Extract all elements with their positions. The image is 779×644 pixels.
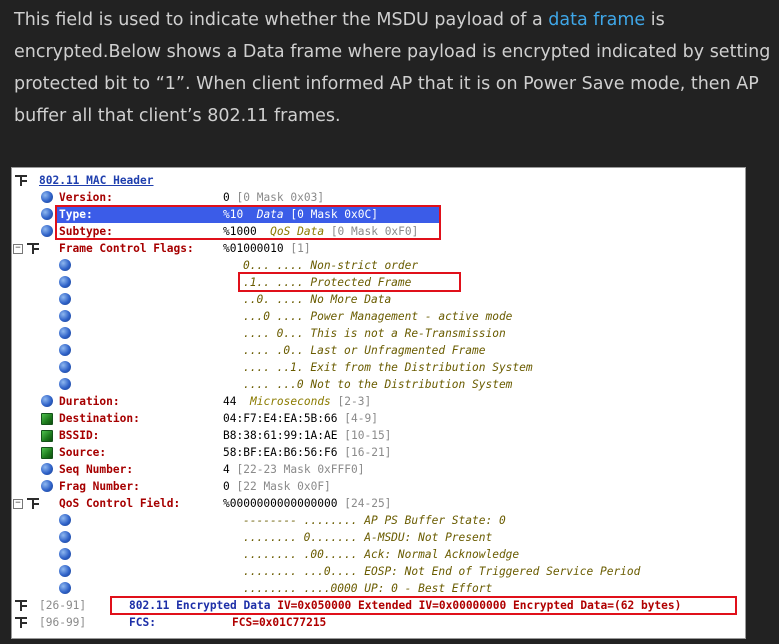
version-value: 0 [0 Mask 0x03]	[223, 191, 325, 204]
duration-value: 44 Microseconds [2-3]	[223, 395, 372, 408]
seq-number-value: 4 [22-23 Mask 0xFFF0]	[223, 463, 365, 476]
qos-bit-row[interactable]: ........ ....0000 UP: 0 - Best Effort	[12, 580, 745, 597]
flag-text: .... ..1. Exit from the Distribution Sys…	[243, 361, 533, 374]
qos-bit-text: ........ .00..... Ack: Normal Acknowledg…	[243, 548, 520, 561]
fcs-row[interactable]: [96-99] FCS: FCS=0x01C77215	[12, 614, 745, 631]
qos-control-row[interactable]: − QoS Control Field: %0000000000000000 […	[12, 495, 745, 512]
flag-row[interactable]: .... 0... This is not a Re-Transmission	[12, 325, 745, 342]
qos-bit-text: ........ 0....... A-MSDU: Not Present	[243, 531, 493, 544]
flag-row[interactable]: .... ..1. Exit from the Distribution Sys…	[12, 359, 745, 376]
qos-bit-text: ........ ...0.... EOSP: Not End of Trigg…	[243, 565, 641, 578]
mac-header-row[interactable]: 802.11 MAC Header	[12, 172, 745, 189]
flag-row[interactable]: ..0. .... No More Data	[12, 291, 745, 308]
frag-number-label: Frag Number:	[59, 480, 140, 493]
field-icon	[41, 208, 53, 220]
field-icon	[59, 565, 71, 577]
seq-number-row[interactable]: Seq Number: 4 [22-23 Mask 0xFFF0]	[12, 461, 745, 478]
field-icon	[59, 310, 71, 322]
tree-node-icon	[15, 616, 27, 629]
field-icon	[59, 531, 71, 543]
packet-decode-screenshot: 802.11 MAC Header Version: 0 [0 Mask 0x0…	[11, 167, 746, 639]
source-row[interactable]: Source: 58:BF:EA:B6:56:F6 [16-21]	[12, 444, 745, 461]
version-row[interactable]: Version: 0 [0 Mask 0x03]	[12, 189, 745, 206]
bssid-row[interactable]: BSSID: B8:38:61:99:1A:AE [10-15]	[12, 427, 745, 444]
flag-text: .... ...0 Not to the Distribution System	[243, 378, 513, 391]
destination-label: Destination:	[59, 412, 140, 425]
fcf-label: Frame Control Flags:	[59, 242, 194, 255]
flag-row[interactable]: .... ...0 Not to the Distribution System	[12, 376, 745, 393]
frag-number-value: 0 [22 Mask 0x0F]	[223, 480, 331, 493]
qos-bit-row[interactable]: ........ 0....... A-MSDU: Not Present	[12, 529, 745, 546]
collapse-icon[interactable]: −	[13, 499, 23, 509]
encrypted-data-highlight-box	[110, 596, 737, 615]
field-icon	[41, 225, 53, 237]
data-frame-link[interactable]: data frame	[548, 10, 645, 30]
source-value: 58:BF:EA:B6:56:F6 [16-21]	[223, 446, 392, 459]
tree-node-icon	[27, 242, 39, 255]
encrypted-range: [26-91]	[39, 599, 87, 612]
article-text-1: This field is used to indicate whether t…	[14, 10, 549, 30]
field-icon	[41, 480, 53, 492]
duration-row[interactable]: Duration: 44 Microseconds [2-3]	[12, 393, 745, 410]
duration-label: Duration:	[59, 395, 120, 408]
source-label: Source:	[59, 446, 107, 459]
field-icon	[59, 259, 71, 271]
flag-text: .... 0... This is not a Re-Transmission	[243, 327, 506, 340]
destination-value: 04:F7:E4:EA:5B:66 [4-9]	[223, 412, 378, 425]
field-icon	[59, 344, 71, 356]
qos-control-value: %0000000000000000 [24-25]	[223, 497, 392, 510]
field-icon	[59, 378, 71, 390]
fcs-value: FCS=0x01C77215	[232, 616, 327, 629]
field-icon	[59, 327, 71, 339]
qos-bit-text: ........ ....0000 UP: 0 - Best Effort	[243, 582, 493, 595]
flag-text: ...0 .... Power Management - active mode	[243, 310, 513, 323]
qos-bit-row[interactable]: ........ .00..... Ack: Normal Acknowledg…	[12, 546, 745, 563]
bssid-label: BSSID:	[59, 429, 100, 442]
fcs-range: [96-99]	[39, 616, 87, 629]
flag-text: ..0. .... No More Data	[243, 293, 392, 306]
version-label: Version:	[59, 191, 113, 204]
frag-number-row[interactable]: Frag Number: 0 [22 Mask 0x0F]	[12, 478, 745, 495]
destination-row[interactable]: Destination: 04:F7:E4:EA:5B:66 [4-9]	[12, 410, 745, 427]
qos-control-label: QoS Control Field:	[59, 497, 181, 510]
article-paragraph: This field is used to indicate whether t…	[14, 4, 774, 132]
collapse-icon[interactable]: −	[13, 244, 23, 254]
network-address-icon	[41, 413, 53, 425]
flag-row[interactable]: .... .0.. Last or Unfragmented Frame	[12, 342, 745, 359]
protected-frame-highlight-box	[238, 272, 461, 292]
tree-node-icon	[15, 174, 27, 187]
field-icon	[59, 514, 71, 526]
seq-number-label: Seq Number:	[59, 463, 134, 476]
flag-text: .... .0.. Last or Unfragmented Frame	[243, 344, 486, 357]
frame-control-flags-row[interactable]: − Frame Control Flags: %01000010 [1]	[12, 240, 745, 257]
network-address-icon	[41, 447, 53, 459]
network-address-icon	[41, 430, 53, 442]
field-icon	[59, 361, 71, 373]
mac-header-title[interactable]: 802.11 MAC Header	[39, 172, 154, 189]
field-icon	[41, 395, 53, 407]
fcs-label: FCS:	[129, 616, 156, 629]
type-subtype-highlight-box	[55, 205, 441, 240]
bssid-value: B8:38:61:99:1A:AE [10-15]	[223, 429, 392, 442]
flag-row[interactable]: ...0 .... Power Management - active mode	[12, 308, 745, 325]
field-icon	[59, 582, 71, 594]
fcf-value: %01000010 [1]	[223, 242, 311, 255]
field-icon	[59, 293, 71, 305]
tree-node-icon	[15, 599, 27, 612]
qos-bit-row[interactable]: ........ ...0.... EOSP: Not End of Trigg…	[12, 563, 745, 580]
field-icon	[41, 191, 53, 203]
qos-bit-row[interactable]: -------- ........ AP PS Buffer State: 0	[12, 512, 745, 529]
tree-node-icon	[27, 497, 39, 510]
field-icon	[59, 548, 71, 560]
field-icon	[41, 463, 53, 475]
qos-bit-text: -------- ........ AP PS Buffer State: 0	[243, 514, 506, 527]
field-icon	[59, 276, 71, 288]
